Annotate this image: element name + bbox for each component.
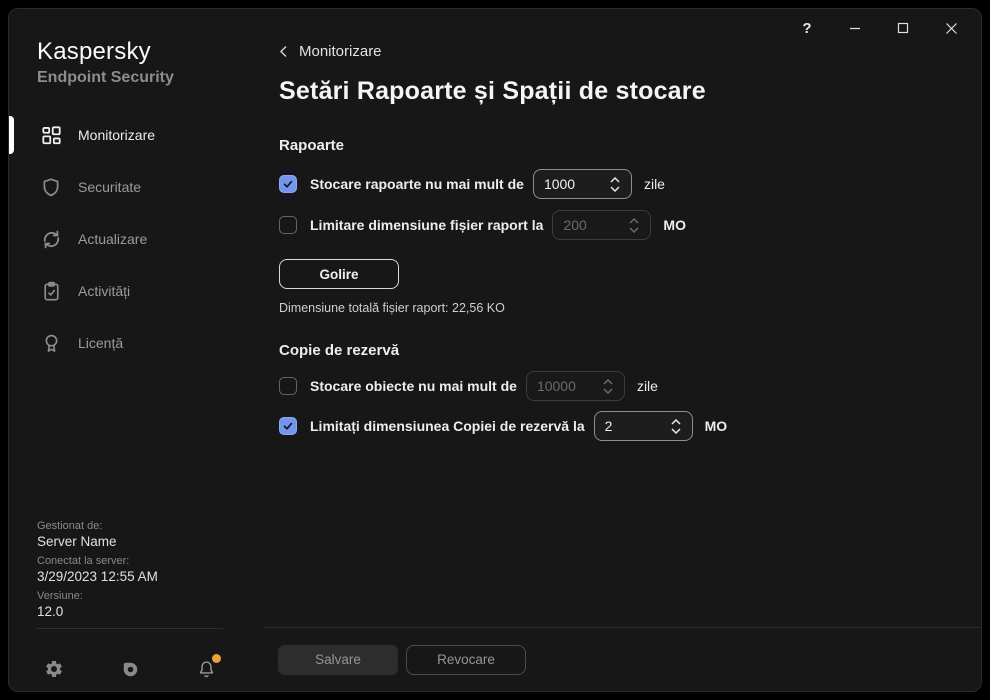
sidebar-item-label: Monitorizare	[78, 127, 156, 143]
chevron-up-icon	[610, 176, 620, 183]
active-indicator	[9, 116, 14, 154]
shield-icon	[40, 176, 62, 198]
minimize-button[interactable]	[831, 9, 879, 47]
section-heading-rapoarte: Rapoarte	[279, 137, 345, 154]
close-button[interactable]	[927, 9, 975, 47]
maximize-icon	[897, 22, 909, 34]
report-retention-stepper[interactable]	[607, 176, 631, 192]
chevron-up-icon	[629, 217, 639, 224]
connected-label: Conectat la server:	[37, 555, 130, 567]
sidebar: Kaspersky Endpoint Security Monitorizare…	[9, 9, 259, 691]
backup-size-limit-row: Limitați dimensiunea Copiei de rezervă l…	[279, 411, 981, 441]
report-size-limit-row: Limitare dimensiune fișier raport la MO	[279, 210, 981, 240]
app-window: ? Kaspersky Endpoint Security Monitoriza…	[8, 8, 982, 692]
backup-size-limit-spinner	[593, 411, 693, 441]
page-title: Setări Rapoarte și Spații de stocare	[279, 77, 706, 105]
brand-product: Endpoint Security	[37, 69, 174, 86]
sidebar-item-label: Actualizare	[78, 231, 148, 247]
settings-button[interactable]	[41, 656, 67, 682]
license-icon	[40, 332, 62, 354]
backup-size-limit-unit: MO	[704, 418, 728, 434]
report-size-limit-checkbox[interactable]	[279, 216, 297, 234]
managed-by-label: Gestionat de:	[37, 520, 103, 532]
report-size-limit-unit: MO	[663, 217, 686, 233]
backup-retention-checkbox[interactable]	[279, 377, 297, 395]
action-bar: Salvare Revocare	[263, 627, 981, 691]
backup-size-limit-stepper[interactable]	[668, 418, 692, 434]
sidebar-icon-row	[9, 646, 259, 691]
report-retention-row: Stocare rapoarte nu mai mult de zile	[279, 169, 981, 199]
support-icon	[123, 662, 137, 676]
backup-retention-label: Stocare obiecte nu mai mult de	[310, 378, 517, 394]
report-size-limit-spinner	[552, 210, 652, 240]
server-info: Gestionat de: Server Name Conectat la se…	[37, 514, 158, 619]
brand: Kaspersky Endpoint Security	[37, 38, 259, 87]
close-icon	[945, 22, 957, 34]
report-size-limit-stepper[interactable]	[626, 217, 650, 233]
sidebar-divider	[37, 628, 223, 629]
sidebar-item-label: Securitate	[78, 179, 142, 195]
main-content: Monitorizare Setări Rapoarte și Spații d…	[259, 9, 981, 691]
check-icon	[283, 180, 293, 188]
connected-value: 3/29/2023 12:55 AM	[37, 569, 158, 584]
dashboard-icon	[40, 124, 62, 146]
report-retention-unit: zile	[643, 176, 665, 192]
chevron-down-icon	[671, 427, 681, 434]
notifications-button[interactable]	[193, 654, 221, 682]
backup-retention-spinner	[525, 371, 625, 401]
backup-size-limit-label: Limitați dimensiunea Copiei de rezervă l…	[310, 418, 585, 434]
maximize-button[interactable]	[879, 9, 927, 47]
refresh-icon	[40, 228, 62, 250]
chevron-down-icon	[629, 226, 639, 233]
report-retention-input[interactable]	[533, 176, 607, 192]
sidebar-item-licenta[interactable]: Licență	[9, 317, 259, 369]
check-icon	[283, 422, 293, 430]
bell-icon	[199, 661, 213, 678]
report-total-size: Dimensiune totală fișier raport: 22,56 K…	[279, 301, 505, 315]
managed-by-value: Server Name	[37, 534, 117, 549]
notification-dot	[212, 654, 221, 663]
section-heading-copie-de-rezerva: Copie de rezervă	[279, 342, 400, 359]
save-button[interactable]: Salvare	[278, 644, 398, 675]
report-retention-spinner	[532, 169, 632, 199]
cancel-button[interactable]: Revocare	[406, 644, 526, 675]
sidebar-item-activitati[interactable]: Activități	[9, 265, 259, 317]
version-value: 12.0	[37, 604, 64, 619]
backup-retention-input[interactable]	[526, 378, 600, 394]
breadcrumb-label: Monitorizare	[299, 43, 382, 60]
chevron-up-icon	[671, 418, 681, 425]
report-size-limit-label: Limitare dimensiune fișier raport la	[310, 217, 544, 233]
gear-icon	[46, 661, 62, 677]
sidebar-item-label: Activități	[78, 283, 131, 299]
titlebar: ?	[783, 9, 975, 47]
chevron-down-icon	[603, 387, 613, 394]
help-button[interactable]: ?	[783, 9, 831, 47]
backup-retention-row: Stocare obiecte nu mai mult de zile	[279, 371, 981, 401]
chevron-up-icon	[603, 378, 613, 385]
sidebar-item-securitate[interactable]: Securitate	[9, 161, 259, 213]
minimize-icon	[850, 27, 860, 30]
brand-name: Kaspersky	[37, 38, 151, 65]
chevron-left-icon	[279, 45, 287, 58]
sidebar-nav: Monitorizare Securitate Actualizare Acti…	[9, 109, 259, 369]
clear-reports-button[interactable]: Golire	[279, 259, 399, 289]
report-retention-checkbox[interactable]	[279, 175, 297, 193]
breadcrumb[interactable]: Monitorizare	[279, 43, 382, 60]
sidebar-item-actualizare[interactable]: Actualizare	[9, 213, 259, 265]
chevron-down-icon	[610, 185, 620, 192]
backup-retention-stepper[interactable]	[600, 378, 624, 394]
backup-size-limit-input[interactable]	[594, 418, 668, 434]
support-button[interactable]	[117, 656, 143, 682]
backup-retention-unit: zile	[636, 378, 658, 394]
backup-size-limit-checkbox[interactable]	[279, 417, 297, 435]
report-retention-label: Stocare rapoarte nu mai mult de	[310, 176, 524, 192]
report-size-limit-input[interactable]	[553, 217, 627, 233]
tasks-icon	[40, 280, 62, 302]
sidebar-item-label: Licență	[78, 335, 124, 351]
sidebar-item-monitorizare[interactable]: Monitorizare	[9, 109, 259, 161]
version-label: Versiune:	[37, 590, 83, 602]
